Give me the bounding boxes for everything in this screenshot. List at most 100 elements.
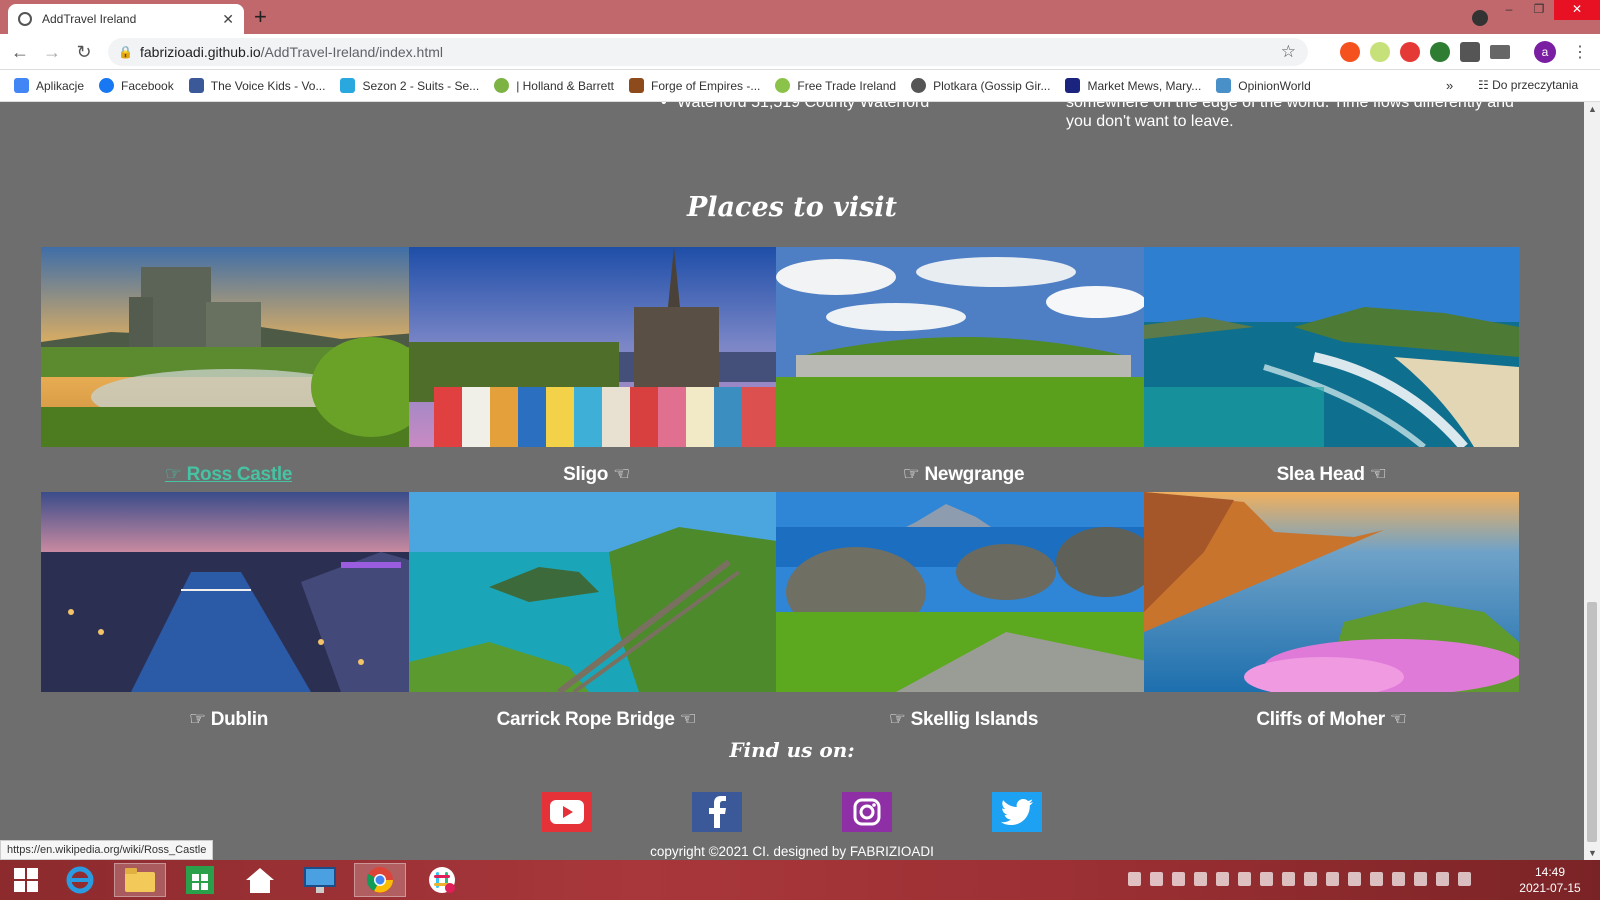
bookmark-favicon (1065, 78, 1081, 93)
adblock-icon[interactable] (1400, 42, 1420, 62)
reading-list-button[interactable]: ☷ Do przeczytania (1478, 78, 1578, 92)
bookmark-item[interactable]: Aplikacje (14, 78, 84, 93)
cliffs-of-moher-image (1144, 492, 1519, 692)
new-tab-button[interactable]: + (254, 5, 267, 29)
place-link-slea-head[interactable]: Slea Head ☜ (1144, 463, 1519, 486)
bookmark-favicon (188, 78, 204, 93)
place-link-cliffs-of-moher[interactable]: Cliffs of Moher ☜ (1144, 708, 1519, 731)
hand-pointing-left-icon: ☜ (679, 709, 697, 730)
browser-tab-strip: AddTravel Ireland ✕ + – ❐ ✕ (0, 0, 1600, 34)
scroll-down-icon[interactable]: ▼ (1588, 848, 1597, 858)
tray-icon[interactable] (1150, 872, 1163, 886)
windows-logo-icon (14, 868, 38, 892)
internet-explorer-icon[interactable] (54, 863, 106, 897)
extension-icon[interactable] (1370, 42, 1390, 62)
address-bar[interactable]: 🔒 fabrizioadi.github.io/AddTravel-Irelan… (108, 38, 1308, 66)
youtube-link[interactable] (542, 792, 592, 832)
youtube-icon (550, 800, 584, 824)
more-bookmarks-icon[interactable]: » (1446, 78, 1453, 93)
back-icon[interactable]: ← (8, 40, 32, 64)
chrome-icon (366, 867, 393, 893)
bookmark-item[interactable]: | Holland & Barrett (494, 78, 614, 93)
network-icon[interactable] (1238, 872, 1251, 886)
restore-icon[interactable]: ❐ (1524, 0, 1554, 20)
lock-icon[interactable]: 🔒 (118, 38, 133, 66)
home-icon[interactable] (234, 863, 286, 897)
vertical-scrollbar[interactable]: ▲ ▼ (1584, 102, 1600, 860)
twitter-link[interactable] (992, 792, 1042, 832)
scrollbar-thumb[interactable] (1587, 602, 1597, 842)
extensions-area (1340, 42, 1510, 62)
extension-icon[interactable] (1340, 42, 1360, 62)
display-app-icon[interactable] (294, 863, 346, 897)
place-card-slea-head: Slea Head ☜ (1144, 247, 1519, 486)
carrick-rope-bridge-image (409, 492, 784, 692)
media-icon[interactable] (1490, 45, 1510, 59)
bookmark-item[interactable]: Sezon 2 - Suits - Se... (340, 78, 479, 93)
browser-tab[interactable]: AddTravel Ireland ✕ (8, 4, 244, 34)
scroll-up-icon[interactable]: ▲ (1588, 104, 1597, 114)
bookmark-item[interactable]: Facebook (99, 78, 174, 93)
store-icon[interactable] (174, 863, 226, 897)
place-link-newgrange[interactable]: ☞ Newgrange (776, 463, 1151, 486)
place-link-dublin[interactable]: ☞ Dublin (41, 708, 416, 731)
place-link-skellig-islands[interactable]: ☞ Skellig Islands (776, 708, 1151, 731)
profile-avatar[interactable]: a (1534, 41, 1556, 63)
close-window-icon[interactable]: ✕ (1554, 0, 1600, 20)
tray-icon[interactable] (1216, 872, 1229, 886)
bookmark-favicon (340, 78, 356, 93)
puzzle-icon[interactable] (1460, 42, 1480, 62)
place-card-dublin: ☞ Dublin (41, 492, 416, 731)
tray-icon[interactable] (1128, 872, 1141, 886)
ross-castle-image (41, 247, 416, 447)
hand-pointing-left-icon: ☜ (1369, 464, 1387, 485)
tray-icon[interactable] (1392, 872, 1405, 886)
power-icon[interactable] (1458, 872, 1471, 886)
tray-icon[interactable] (1282, 872, 1295, 886)
bookmark-favicon (629, 78, 645, 93)
tray-icon[interactable] (1304, 872, 1317, 886)
hand-pointing-right-icon: ☞ (188, 709, 206, 730)
bookmark-item[interactable]: Forge of Empires -... (629, 78, 760, 93)
facebook-link[interactable] (692, 792, 742, 832)
window-controls: – ❐ ✕ (1494, 0, 1600, 20)
place-link-ross-castle[interactable]: ☞ Ross Castle (41, 463, 416, 486)
place-link-sligo[interactable]: Sligo ☜ (409, 463, 784, 486)
tray-icon[interactable] (1194, 872, 1207, 886)
forward-icon[interactable]: → (40, 40, 64, 64)
bookmark-star-icon[interactable]: ☆ (1281, 38, 1296, 66)
bluetooth-icon[interactable] (1260, 872, 1273, 886)
taskbar-clock[interactable]: 14:49 2021-07-15 (1500, 864, 1600, 896)
copyright-text: copyright ©2021 CI. designed by FABRIZIO… (650, 844, 934, 859)
bookmark-favicon (494, 78, 510, 93)
menu-icon[interactable]: ⋮ (1572, 42, 1588, 62)
bookmark-item[interactable]: OpinionWorld (1216, 78, 1311, 93)
slack-icon (429, 867, 455, 893)
skellig-islands-image (776, 492, 1151, 692)
close-tab-icon[interactable]: ✕ (222, 11, 234, 28)
tray-icon[interactable] (1348, 872, 1361, 886)
slack-taskbar-icon[interactable] (416, 863, 468, 897)
bookmark-item[interactable]: Plotkara (Gossip Gir... (911, 78, 1050, 93)
bookmark-item[interactable]: Market Mews, Mary... (1065, 78, 1201, 93)
page-viewport: Waterford 51,519 County Waterford somewh… (0, 102, 1584, 860)
house-icon (246, 868, 274, 893)
instagram-link[interactable] (842, 792, 892, 832)
chrome-taskbar-icon[interactable] (354, 863, 406, 897)
shield-icon[interactable] (1430, 42, 1450, 62)
tray-icon[interactable] (1326, 872, 1339, 886)
place-link-carrick-rope-bridge[interactable]: Carrick Rope Bridge ☜ (409, 708, 784, 731)
bookmark-item[interactable]: The Voice Kids - Vo... (188, 78, 325, 93)
flag-icon[interactable] (1436, 872, 1449, 886)
file-explorer-icon[interactable] (114, 863, 166, 897)
bookmark-item[interactable]: Free Trade Ireland (775, 78, 896, 93)
tray-icon[interactable] (1370, 872, 1383, 886)
minimize-icon[interactable]: – (1494, 0, 1524, 20)
dublin-image (41, 492, 416, 692)
tab-search-icon[interactable] (1472, 10, 1488, 26)
tray-icon[interactable] (1172, 872, 1185, 886)
status-bar-url: https://en.wikipedia.org/wiki/Ross_Castl… (0, 840, 214, 860)
reload-icon[interactable]: ↻ (72, 40, 96, 64)
volume-icon[interactable] (1414, 872, 1427, 886)
start-button[interactable] (0, 863, 52, 897)
